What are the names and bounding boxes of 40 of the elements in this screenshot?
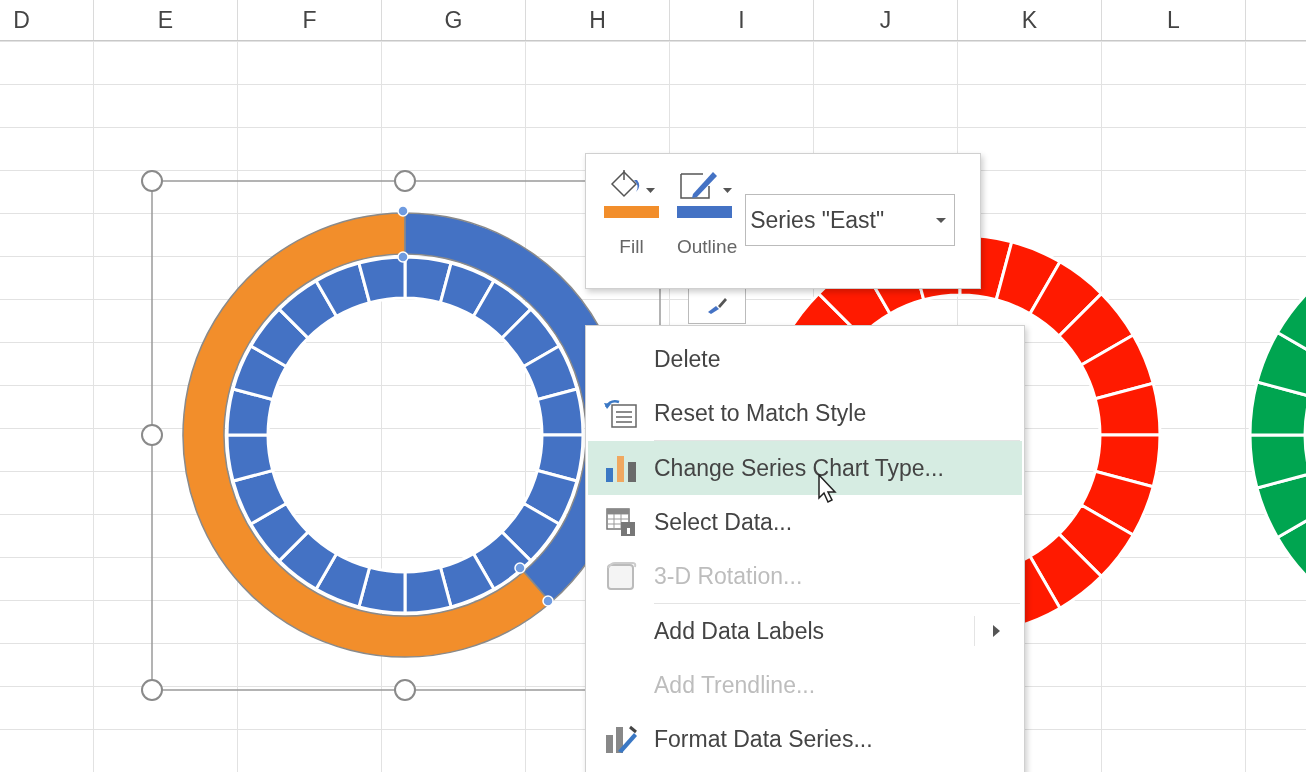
menu-item[interactable]: Delete bbox=[588, 332, 1022, 386]
resize-handle[interactable] bbox=[394, 679, 416, 701]
point-handle[interactable] bbox=[514, 562, 526, 574]
donut-segment bbox=[1093, 381, 1162, 437]
color-swatch[interactable] bbox=[604, 206, 659, 218]
column-header[interactable]: G bbox=[382, 0, 526, 40]
column-header[interactable]: D bbox=[0, 0, 94, 40]
caret-icon[interactable] bbox=[723, 188, 732, 193]
resize-handle[interactable] bbox=[141, 679, 163, 701]
column-header[interactable]: H bbox=[526, 0, 670, 40]
point-handle[interactable] bbox=[397, 251, 409, 263]
table-chart-icon bbox=[605, 506, 637, 538]
menu-item[interactable]: Add Data Labels bbox=[588, 604, 1022, 658]
cube-icon bbox=[605, 560, 637, 592]
menu-item[interactable]: Select Data... bbox=[588, 495, 1022, 549]
resize-handle[interactable] bbox=[394, 170, 416, 192]
menu-item[interactable]: Change Series Chart Type... bbox=[588, 441, 1022, 495]
outline-button[interactable]: Outline bbox=[677, 236, 738, 258]
dropdown-value: Series "East" bbox=[750, 206, 885, 234]
column-header[interactable]: J bbox=[814, 0, 958, 40]
menu-item[interactable]: Format Data Series... bbox=[588, 712, 1022, 766]
column-header[interactable]: I bbox=[670, 0, 814, 40]
series-dropdown[interactable]: Series "East" bbox=[745, 194, 956, 246]
bar-chart-brush-icon bbox=[604, 723, 638, 755]
mouse-pointer-icon bbox=[818, 474, 838, 504]
color-swatch[interactable] bbox=[677, 206, 732, 218]
column-header[interactable]: K bbox=[958, 0, 1102, 40]
column-header[interactable]: E bbox=[94, 0, 238, 40]
resize-handle[interactable] bbox=[141, 424, 163, 446]
caret-icon bbox=[936, 217, 947, 223]
point-handle[interactable] bbox=[542, 595, 554, 607]
caret-icon[interactable] bbox=[646, 188, 655, 193]
column-header[interactable]: L bbox=[1102, 0, 1246, 40]
resize-handle[interactable] bbox=[141, 170, 163, 192]
menu-item[interactable]: Reset to Match Style bbox=[588, 386, 1022, 440]
column-header[interactable]: F bbox=[238, 0, 382, 40]
fill-button[interactable]: Fill bbox=[619, 236, 644, 258]
point-handle[interactable] bbox=[397, 205, 409, 217]
bar-chart-icon bbox=[604, 454, 638, 482]
list-undo-icon bbox=[603, 397, 639, 429]
